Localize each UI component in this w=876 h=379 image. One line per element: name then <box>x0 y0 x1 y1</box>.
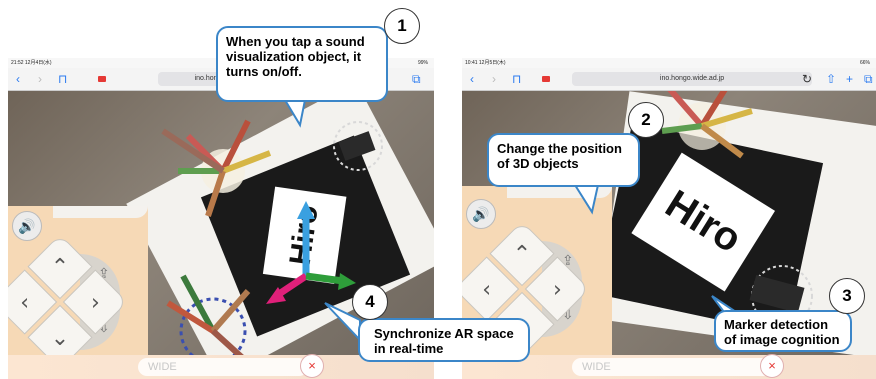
battery-indicator: 66% <box>859 60 870 66</box>
callout-4-number: 4 <box>352 284 388 320</box>
panel-tab <box>507 186 612 198</box>
status-time: 21:52 12月4日(水) <box>11 60 52 66</box>
callout-2-text: Change the position of 3D objects <box>497 141 622 171</box>
sound-object-3[interactable] <box>166 274 251 365</box>
sound-object-1[interactable] <box>661 91 753 159</box>
wide-label: WIDE <box>148 361 177 373</box>
axis-gizmo[interactable] <box>266 201 356 304</box>
forward-icon[interactable]: › <box>492 71 496 87</box>
forward-icon[interactable]: › <box>38 71 42 87</box>
reload-icon[interactable]: ↻ <box>802 71 812 87</box>
sound-object-2[interactable] <box>333 121 383 171</box>
callout-2: Change the position of 3D objects <box>487 133 640 187</box>
back-icon[interactable]: ‹ <box>470 71 474 87</box>
sound-toggle-button[interactable]: 🔊 <box>12 211 42 241</box>
chevron-right-icon: › <box>552 277 562 303</box>
chevron-left-icon: ‹ <box>482 277 492 303</box>
wide-field[interactable]: WIDE <box>138 358 308 376</box>
callout-3-number: 3 <box>829 278 865 314</box>
sound-object-1[interactable] <box>161 119 272 217</box>
bookmarks-icon[interactable]: ⊓ <box>58 71 67 87</box>
browser-toolbar: ‹ › ⊓ ino.hongo.wide.ad.jp ↻ ⇧ + ⧉ <box>462 68 876 91</box>
speaker-icon: 🔊 <box>472 206 490 222</box>
callout-4: Synchronize AR space in real-time <box>358 318 530 362</box>
tabs-icon[interactable]: ⧉ <box>864 71 873 87</box>
callout-1: When you tap a sound visualization objec… <box>216 26 388 102</box>
wide-label: WIDE <box>582 361 611 373</box>
panel-tab <box>53 206 148 218</box>
callout-2-number: 2 <box>628 102 664 138</box>
close-button[interactable]: × <box>760 354 784 378</box>
chevron-up-icon: ⌃ <box>50 255 70 281</box>
chevron-right-icon: › <box>90 290 100 316</box>
recording-icon <box>542 76 550 82</box>
chevron-left-icon: ‹ <box>20 290 30 316</box>
back-icon[interactable]: ‹ <box>16 71 20 87</box>
close-icon: × <box>308 358 316 373</box>
battery-indicator: 99% <box>417 60 428 66</box>
tabs-icon[interactable]: ⧉ <box>412 71 421 87</box>
callout-3: Marker detection of image cognition <box>714 310 852 352</box>
chevron-down-icon: ⌄ <box>50 325 70 351</box>
recording-icon <box>98 76 106 82</box>
add-tab-icon[interactable]: + <box>846 71 853 87</box>
share-icon[interactable]: ⇧ <box>826 71 836 87</box>
sound-toggle-button[interactable]: 🔊 <box>466 199 496 229</box>
callout-4-text: Synchronize AR space in real-time <box>374 326 514 356</box>
callout-1-number: 1 <box>384 8 420 44</box>
callout-3-text: Marker detection of image cognition <box>724 317 840 347</box>
url-bar[interactable]: ino.hongo.wide.ad.jp <box>572 72 812 86</box>
wide-field[interactable]: WIDE <box>572 358 772 376</box>
chevron-up-icon: ⌃ <box>512 242 532 268</box>
status-bar: 10:41 12月5日(木) 66% <box>462 58 876 68</box>
close-button[interactable]: × <box>300 354 324 378</box>
status-time: 10:41 12月5日(木) <box>465 60 506 66</box>
bookmarks-icon[interactable]: ⊓ <box>512 71 521 87</box>
close-icon: × <box>768 358 776 373</box>
url-text: ino.hongo.wide.ad.jp <box>659 75 725 82</box>
speaker-icon: 🔊 <box>18 218 36 234</box>
callout-1-text: When you tap a sound visualization objec… <box>226 34 365 79</box>
